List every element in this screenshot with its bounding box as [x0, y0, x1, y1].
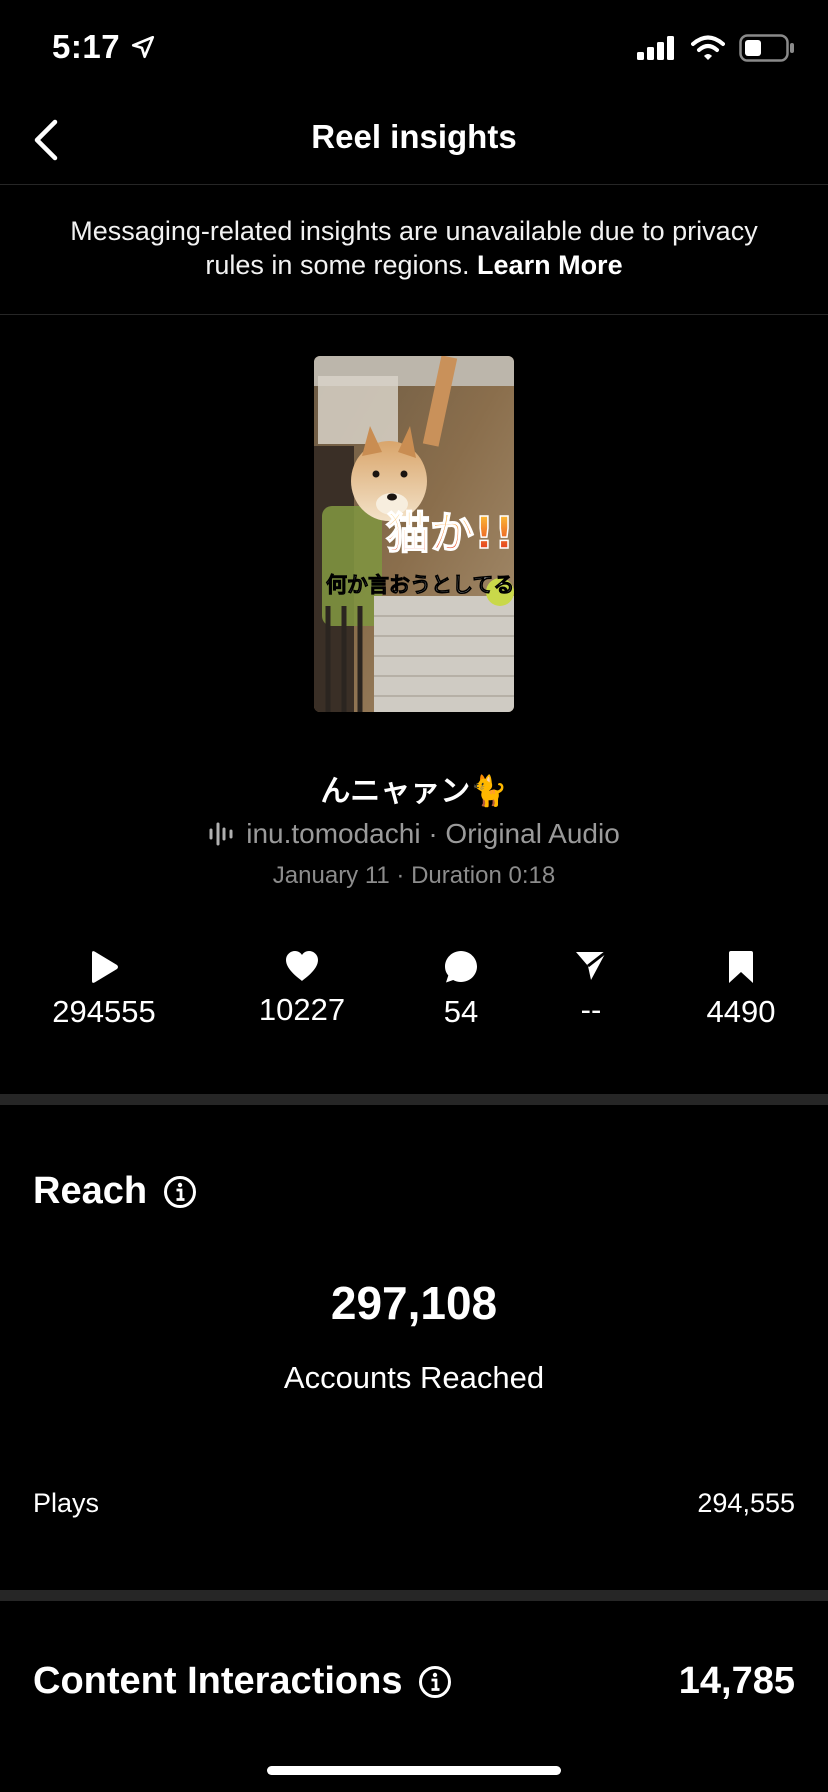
shares-count: -- — [580, 992, 602, 1027]
comments-count: 54 — [443, 994, 479, 1029]
reel-audio[interactable]: inu.tomodachi · Original Audio — [0, 818, 828, 850]
plays-row-label: Plays — [33, 1488, 100, 1518]
stat-plays: 294555 — [24, 950, 184, 1030]
audio-waveform-icon — [209, 822, 233, 846]
header-divider — [0, 184, 828, 185]
overlay-caption-large: 猫か!! — [386, 508, 514, 559]
reel-thumbnail[interactable]: 猫か!! 何か言おうとしてる — [314, 356, 514, 712]
reel-preview-image: 猫か!! 何か言おうとしてる — [314, 356, 514, 712]
accounts-reached-count: 297,108 — [330, 1277, 498, 1329]
section-divider-2 — [0, 1590, 828, 1601]
privacy-notice-text: Messaging-related insights are unavailab… — [70, 216, 758, 280]
reel-title: んニャァン🐈 — [320, 775, 508, 808]
heart-icon — [286, 951, 318, 981]
notice-divider — [0, 314, 828, 315]
stat-likes: 10227 — [222, 950, 382, 1028]
learn-more-link[interactable]: Learn More — [477, 250, 623, 280]
home-indicator[interactable] — [267, 1766, 561, 1775]
bookmark-icon — [729, 951, 753, 983]
status-time: 5:17 — [52, 28, 156, 66]
share-send-icon — [576, 950, 607, 980]
plays-count: 294555 — [52, 994, 156, 1029]
stat-shares: -- — [511, 950, 671, 1028]
play-icon — [92, 951, 118, 983]
privacy-notice: Messaging-related insights are unavailab… — [60, 214, 768, 282]
content-interactions-header: Content Interactions — [33, 1660, 452, 1703]
page-title: Reel insights — [311, 118, 517, 155]
overlay-caption-small: 何か言おうとしてる — [326, 573, 514, 597]
reach-header: Reach — [33, 1170, 197, 1213]
wifi-icon — [691, 35, 725, 60]
comment-icon — [445, 951, 477, 983]
content-interactions-value: 14,785 — [678, 1660, 795, 1702]
saves-count: 4490 — [706, 994, 776, 1029]
accounts-reached-label: Accounts Reached — [283, 1360, 545, 1395]
audio-label: inu.tomodachi · Original Audio — [246, 818, 620, 849]
stat-saves: 4490 — [661, 950, 821, 1030]
status-indicators — [637, 34, 795, 62]
info-icon[interactable] — [163, 1175, 197, 1209]
content-interactions-heading: Content Interactions — [33, 1660, 403, 1702]
battery-icon — [739, 34, 794, 62]
section-divider-1 — [0, 1094, 828, 1105]
location-arrow-icon — [132, 35, 155, 59]
signal-icon — [637, 36, 674, 60]
info-icon[interactable] — [418, 1665, 452, 1699]
reel-meta: January 11 · Duration 0:18 — [272, 862, 556, 889]
reach-heading: Reach — [33, 1170, 148, 1212]
plays-row-value: 294,555 — [697, 1488, 795, 1518]
likes-count: 10227 — [258, 992, 346, 1027]
